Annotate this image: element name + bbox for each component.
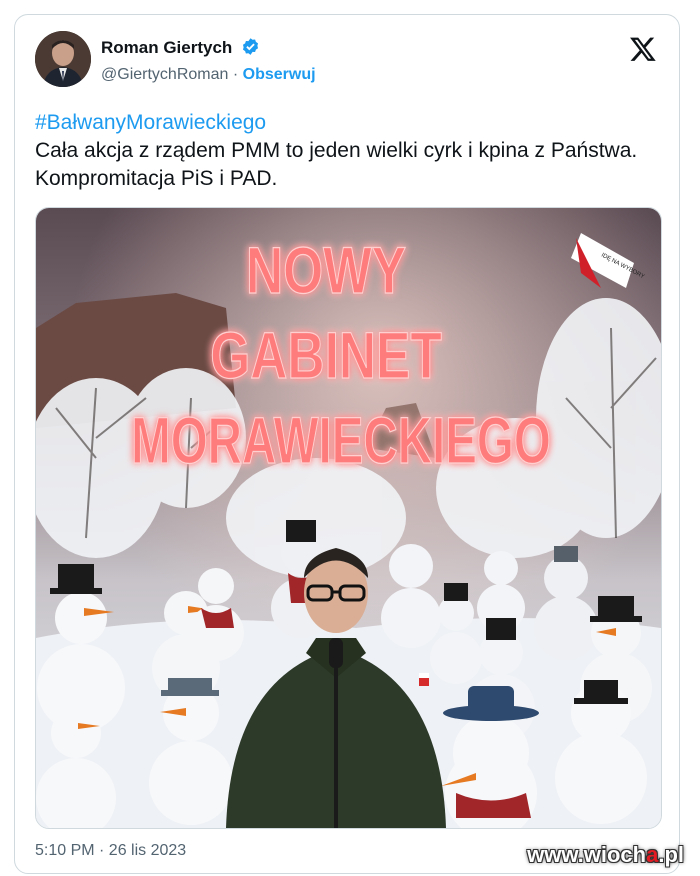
tweet-card: Roman Giertych @GiertychRoman · Obserwuj… bbox=[14, 14, 680, 874]
tweet-media[interactable]: IDĘ NA WYBORY NOWY GABINET MORAWIECKIEGO bbox=[35, 207, 662, 829]
watermark-accent: a bbox=[646, 842, 659, 867]
watermark-suffix: .pl bbox=[658, 842, 684, 867]
x-logo-icon[interactable] bbox=[629, 35, 657, 63]
author-handle[interactable]: @GiertychRoman bbox=[101, 66, 228, 83]
timestamp[interactable]: 5:10 PM · 26 lis 2023 bbox=[35, 842, 186, 860]
watermark-prefix: www.wioch bbox=[527, 842, 647, 867]
hashtag-link[interactable]: #BałwanyMorawieckiego bbox=[35, 109, 655, 137]
avatar-image bbox=[35, 31, 91, 87]
tweet-body: Cała akcja z rządem PMM to jeden wielki … bbox=[35, 139, 638, 190]
author-name-text: Roman Giertych bbox=[101, 38, 233, 57]
separator-dot: · bbox=[232, 66, 239, 83]
media-image: IDĘ NA WYBORY NOWY GABINET MORAWIECKIEGO bbox=[36, 208, 661, 828]
author-handle-row: @GiertychRoman · Obserwuj bbox=[101, 66, 316, 84]
headline-line-2: GABINET bbox=[210, 318, 442, 393]
verified-badge-icon bbox=[241, 37, 260, 61]
watermark: www.wiocha.pl bbox=[527, 842, 684, 868]
tweet-text: #BałwanyMorawieckiego Cała akcja z rząde… bbox=[35, 109, 655, 193]
headline-line-1: NOWY bbox=[246, 233, 406, 308]
headline-line-3: MORAWIECKIEGO bbox=[131, 404, 551, 477]
avatar[interactable] bbox=[35, 31, 91, 87]
author-name[interactable]: Roman Giertych bbox=[101, 37, 260, 61]
follow-button[interactable]: Obserwuj bbox=[243, 66, 316, 83]
